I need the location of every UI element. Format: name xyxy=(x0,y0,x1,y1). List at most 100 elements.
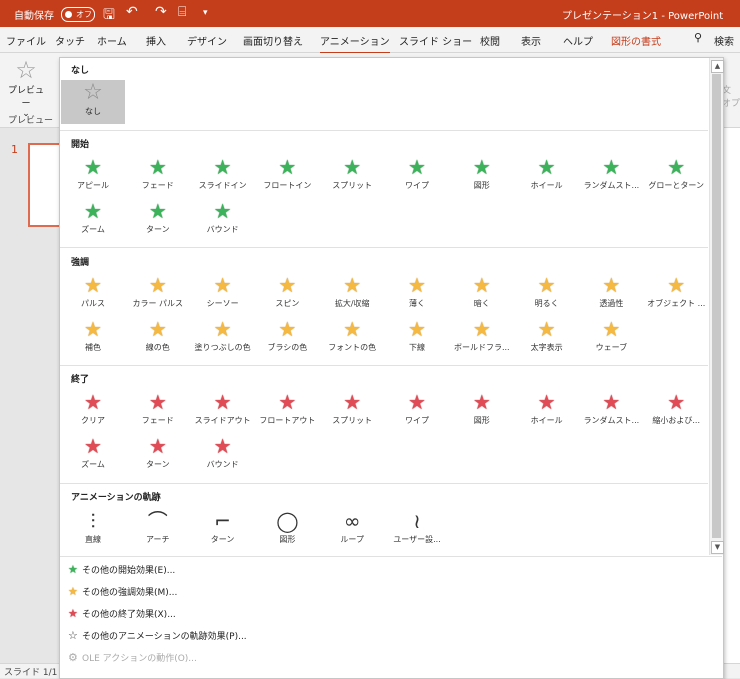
emphasis-effect-13[interactable]: ★ ブラシの色 xyxy=(255,316,319,360)
entrance-effect-3[interactable]: ★ フロートイン xyxy=(255,154,319,198)
entrance-effect-5[interactable]: ★ ワイプ xyxy=(385,154,449,198)
emphasis-effect-6[interactable]: ★ 暗く xyxy=(450,272,514,316)
emphasis-effect-12[interactable]: ★ 塗りつぶしの色 xyxy=(191,316,255,360)
exit-effect-3[interactable]: ★ フロートアウト xyxy=(255,389,319,433)
save-icon[interactable]: 🖫 xyxy=(103,4,115,28)
more-motion-link[interactable]: ☆ その他のアニメーションの軌跡効果(P)... xyxy=(68,629,247,643)
exit-effect-12[interactable]: ★ バウンド xyxy=(191,433,255,477)
entrance-effect-1[interactable]: ★ フェード xyxy=(126,154,190,198)
exit-effect-9[interactable]: ★ 縮小および... xyxy=(644,389,708,433)
emphasis-effect-7[interactable]: ★ 明るく xyxy=(515,272,579,316)
exit-effect-8[interactable]: ★ ランダムスト... xyxy=(579,389,643,433)
exit-effect-1[interactable]: ★ フェード xyxy=(126,389,190,433)
preview-button[interactable]: ☆ プレビュー ⌄ xyxy=(6,57,46,119)
exit-effect-icon: ★ xyxy=(343,390,362,414)
slide-thumbnail[interactable] xyxy=(28,143,62,227)
entrance-effect-2[interactable]: ★ スライドイン xyxy=(191,154,255,198)
tab-home[interactable]: ホーム xyxy=(97,33,127,48)
emphasis-effect-icon: ★ xyxy=(537,273,556,297)
ole-action-label: OLE アクションの動作(O)... xyxy=(82,654,197,664)
emphasis-effect-17[interactable]: ★ 太字表示 xyxy=(515,316,579,360)
exit-effect-icon: ★ xyxy=(408,390,426,414)
exit-effect-10[interactable]: ★ ズーム xyxy=(61,433,125,477)
emphasis-effect-9[interactable]: ★ オブジェクト ... xyxy=(644,272,708,316)
scroll-down-icon[interactable]: ▼ xyxy=(711,541,724,554)
entrance-effect-icon: ★ xyxy=(667,155,686,179)
scroll-up-icon[interactable]: ▲ xyxy=(711,60,724,73)
emphasis-effect-18[interactable]: ★ ウェーブ xyxy=(579,316,643,360)
motion-effect-3[interactable]: ◯ 図形 xyxy=(255,508,319,552)
motion-effect-2[interactable]: ⌐ ターン xyxy=(191,508,255,552)
emphasis-effect-1[interactable]: ★ カラー パルス xyxy=(126,272,190,316)
scroll-thumb[interactable] xyxy=(712,74,721,538)
presentation-icon[interactable]: ⌸ xyxy=(178,4,186,20)
entrance-effect-label: バウンド xyxy=(206,225,239,234)
exit-effect-11[interactable]: ★ ターン xyxy=(126,433,190,477)
emphasis-effect-3[interactable]: ★ スピン xyxy=(255,272,319,316)
emphasis-effect-icon: ★ xyxy=(213,273,232,297)
exit-effect-2[interactable]: ★ スライドアウト xyxy=(191,389,255,433)
undo-icon[interactable]: ↶ xyxy=(126,4,138,20)
tab-animations[interactable]: アニメーション xyxy=(320,33,390,54)
animation-none[interactable]: ☆ なし xyxy=(61,80,125,124)
exit-effect-label: 縮小および... xyxy=(652,416,700,425)
effect-options-clipped[interactable]: 文オプ xyxy=(722,83,740,109)
customize-qa-icon[interactable]: ▾ xyxy=(203,8,208,18)
emphasis-effect-label: ウェーブ xyxy=(595,343,628,352)
ole-action-link[interactable]: ⚙ OLE アクションの動作(O)... xyxy=(68,651,197,665)
emphasis-effect-15[interactable]: ★ 下線 xyxy=(385,316,449,360)
tab-touch[interactable]: タッチ xyxy=(55,33,85,48)
entrance-effect-9[interactable]: ★ グローとターン xyxy=(644,154,708,198)
exit-effect-5[interactable]: ★ ワイプ xyxy=(385,389,449,433)
tab-shape-format[interactable]: 図形の書式 xyxy=(611,33,661,48)
tab-help[interactable]: ヘルプ xyxy=(563,33,593,48)
tab-view[interactable]: 表示 xyxy=(521,33,541,48)
entrance-effect-6[interactable]: ★ 図形 xyxy=(450,154,514,198)
entrance-effect-10[interactable]: ★ ズーム xyxy=(61,198,125,242)
emphasis-effect-8[interactable]: ★ 透過性 xyxy=(579,272,643,316)
entrance-effect-label: スプリット xyxy=(332,181,373,190)
entrance-effect-icon: ★ xyxy=(472,155,491,179)
exit-effect-6[interactable]: ★ 図形 xyxy=(450,389,514,433)
motion-effect-5[interactable]: ≀ ユーザー設... xyxy=(385,508,449,552)
autosave-toggle[interactable]: オフ xyxy=(61,7,95,22)
emphasis-effect-5[interactable]: ★ 薄く xyxy=(385,272,449,316)
gallery-scrollbar[interactable]: ▲ ▼ xyxy=(709,58,724,555)
slide-canvas-edge[interactable] xyxy=(724,128,740,663)
entrance-effect-4[interactable]: ★ スプリット xyxy=(320,154,384,198)
more-exit-link[interactable]: ★ その他の終了効果(X)... xyxy=(68,607,176,621)
exit-effect-4[interactable]: ★ スプリット xyxy=(320,389,384,433)
search-icon[interactable]: ⚲ xyxy=(694,31,702,44)
more-entrance-link[interactable]: ★ その他の開始効果(E)... xyxy=(68,563,175,577)
motion-effect-1[interactable]: ⌒ アーチ xyxy=(126,508,190,552)
emphasis-effect-0[interactable]: ★ パルス xyxy=(61,272,125,316)
entrance-effect-8[interactable]: ★ ランダムスト... xyxy=(579,154,643,198)
emphasis-effect-11[interactable]: ★ 線の色 xyxy=(126,316,190,360)
motion-effect-label: ユーザー設... xyxy=(393,535,441,544)
tab-transitions[interactable]: 画面切り替え xyxy=(243,33,303,48)
exit-effect-0[interactable]: ★ クリア xyxy=(61,389,125,433)
exit-effect-7[interactable]: ★ ホイール xyxy=(515,389,579,433)
motion-effect-4[interactable]: ∞ ループ xyxy=(320,508,384,552)
redo-icon[interactable]: ↷ xyxy=(155,4,167,20)
emphasis-effect-label: 明るく xyxy=(534,299,559,308)
motion-effect-icon: ⌒ xyxy=(147,509,168,533)
more-emphasis-link[interactable]: ★ その他の強調効果(M)... xyxy=(68,585,177,599)
tab-insert[interactable]: 挿入 xyxy=(146,33,166,48)
entrance-effect-12[interactable]: ★ バウンド xyxy=(191,198,255,242)
entrance-effect-11[interactable]: ★ ターン xyxy=(126,198,190,242)
tab-design[interactable]: デザイン xyxy=(187,33,227,48)
emphasis-effect-2[interactable]: ★ シーソー xyxy=(191,272,255,316)
motion-effect-0[interactable]: ⫶ 直線 xyxy=(61,508,125,552)
tab-slideshow[interactable]: スライド ショー xyxy=(399,33,472,48)
motion-effect-label: 直線 xyxy=(85,535,101,544)
emphasis-effect-10[interactable]: ★ 補色 xyxy=(61,316,125,360)
entrance-effect-0[interactable]: ★ アピール xyxy=(61,154,125,198)
tab-file[interactable]: ファイル xyxy=(6,33,46,48)
emphasis-effect-16[interactable]: ★ ボールドフラ... xyxy=(450,316,514,360)
emphasis-effect-14[interactable]: ★ フォントの色 xyxy=(320,316,384,360)
search-label[interactable]: 検索 xyxy=(714,33,734,48)
entrance-effect-7[interactable]: ★ ホイール xyxy=(515,154,579,198)
tab-review[interactable]: 校閲 xyxy=(480,33,500,48)
emphasis-effect-4[interactable]: ★ 拡大/収縮 xyxy=(320,272,384,316)
